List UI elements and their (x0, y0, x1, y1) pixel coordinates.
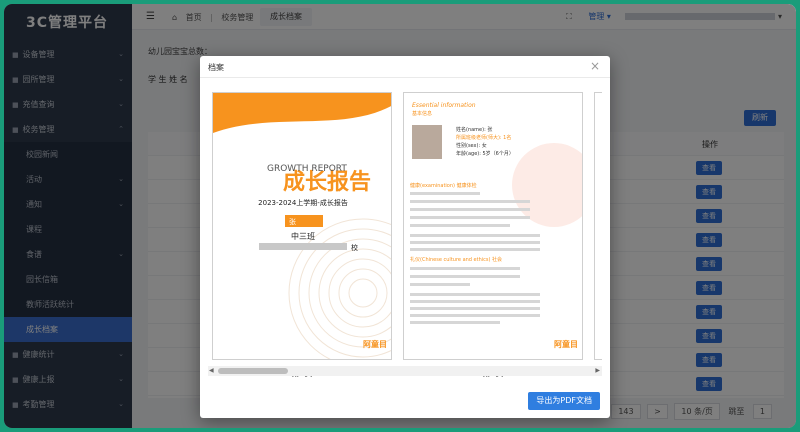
scroll-thumb[interactable] (218, 368, 288, 374)
report-page-2: Essential information 基本信息 姓名(name): 张 所… (403, 92, 583, 360)
student-photo (412, 125, 442, 159)
school-suffix: 校 (351, 243, 358, 252)
info-teacher: 所属班级老师(师大): 1名 (456, 134, 511, 141)
export-pdf-button[interactable]: 导出为PDF文档 (528, 392, 600, 410)
cover-class: 中三班 (291, 231, 315, 241)
school-blurred (259, 243, 347, 250)
cover-term: 2023-2024上学期-成长报告 (258, 198, 348, 207)
modal-header: 档案 × (200, 56, 610, 78)
scroll-left-icon[interactable]: ◀ (209, 367, 214, 374)
info-gender: 性别(sex): 女 (456, 142, 487, 149)
cover-art: 成长报告 GROWTH REPORT 2023-2024上学期-成长报告 张 中… (213, 93, 391, 359)
archive-modal: 档案 × 成长报告 GROWTH REPORT 2023-2024上学期-成长报… (200, 56, 610, 418)
report-page-1: 成长报告 GROWTH REPORT 2023-2024上学期-成长报告 张 中… (212, 92, 392, 360)
close-icon[interactable]: × (590, 59, 600, 73)
horizontal-scrollbar[interactable]: ◀ ▶ (208, 366, 602, 376)
cover-title-en: GROWTH REPORT (267, 164, 347, 174)
info-name: 姓名(name): 张 (456, 126, 492, 133)
modal-title: 档案 (208, 63, 224, 72)
s2-title: 礼仪(Chinese culture and ethics) 社会 (410, 256, 502, 263)
brand-logo: 阿童目 (554, 339, 578, 349)
info-page-art: Essential information 基本信息 姓名(name): 张 所… (410, 102, 582, 349)
section-title: Essential information (412, 102, 476, 109)
cover-wave (213, 93, 391, 133)
s1-text-lines (410, 192, 540, 251)
app-frame: 3C管理平台 ■ 设备管理 ⌄ ■ 园所管理 ⌄ ■ 充值查询 ⌄ ■ 校务管理… (4, 4, 796, 428)
brand-logo: 阿童目 (363, 339, 387, 349)
s2-text-lines (410, 267, 540, 324)
report-page-3 (594, 92, 602, 360)
name-tag: 张 (289, 217, 296, 226)
section-sub: 基本信息 (412, 110, 432, 117)
s1-title: 健康(examination) 健康体检 (410, 182, 477, 189)
scroll-right-icon[interactable]: ▶ (595, 367, 600, 374)
decor-circle (512, 143, 582, 227)
info-age: 年龄(age): 5岁（6个月） (456, 150, 514, 157)
